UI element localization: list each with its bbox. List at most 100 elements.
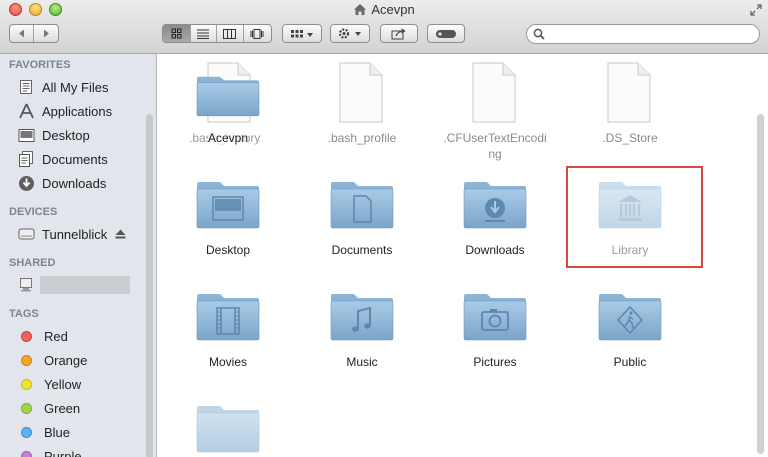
file-ds-store[interactable]: .DS_Store bbox=[565, 62, 695, 146]
document-icon bbox=[607, 62, 651, 123]
file-label: Downloads bbox=[465, 243, 525, 257]
blue-tag-dot bbox=[21, 426, 32, 438]
fullscreen-icon[interactable] bbox=[750, 4, 762, 16]
file-label-text: Acevpn bbox=[207, 131, 249, 145]
sidebar-item-downloads[interactable]: Downloads bbox=[17, 172, 106, 194]
back-arrow-icon bbox=[18, 29, 24, 38]
search-input[interactable] bbox=[549, 26, 753, 44]
file-label: .bash_profile bbox=[327, 131, 397, 145]
red-tag-dot bbox=[21, 330, 32, 342]
folder-movies[interactable]: Movies bbox=[163, 286, 293, 370]
forward-button[interactable] bbox=[34, 25, 58, 42]
tags-header: TAGS bbox=[9, 308, 39, 320]
share-icon bbox=[391, 28, 406, 39]
icon-view-button[interactable] bbox=[163, 25, 191, 42]
purple-tag-dot bbox=[21, 450, 32, 457]
action-button[interactable] bbox=[330, 24, 370, 43]
sidebar-item-documents[interactable]: Documents bbox=[17, 148, 108, 170]
back-button[interactable] bbox=[10, 25, 34, 42]
content-scrollbar[interactable] bbox=[757, 114, 764, 454]
folder-icon bbox=[196, 62, 260, 123]
column-view-button[interactable] bbox=[217, 25, 244, 42]
pictures-folder-icon bbox=[463, 293, 527, 341]
sidebar: FAVORITES All My Files Applications Desk… bbox=[0, 54, 157, 457]
file-label: Public bbox=[613, 355, 647, 369]
downloads-icon bbox=[17, 174, 35, 192]
orange-tag-dot bbox=[21, 354, 32, 366]
file-browser: .bash_historyAcevpn .bash_profile .CFUse… bbox=[157, 54, 768, 457]
sidebar-tag-purple[interactable]: Purple bbox=[17, 445, 82, 457]
sidebar-item-label: Red bbox=[44, 328, 68, 344]
sidebar-item-label: Tunnelblick bbox=[42, 226, 108, 242]
folder-pictures[interactable]: Pictures bbox=[430, 286, 560, 370]
file-bash-profile[interactable]: .bash_profile bbox=[297, 62, 427, 146]
sidebar-item-label: Documents bbox=[42, 151, 108, 167]
sidebar-item-shared-computer[interactable] bbox=[17, 274, 42, 296]
sidebar-item-label: Orange bbox=[44, 352, 88, 368]
list-view-button[interactable] bbox=[191, 25, 218, 42]
movies-folder-icon bbox=[196, 293, 260, 341]
home-icon bbox=[354, 4, 367, 15]
file-label: .bash_historyAcevpn bbox=[163, 130, 293, 146]
sidebar-item-tunnelblick[interactable]: Tunnelblick bbox=[17, 223, 126, 245]
folder-partial[interactable] bbox=[163, 398, 293, 457]
arrange-button[interactable] bbox=[282, 24, 322, 43]
music-folder-icon bbox=[330, 293, 394, 341]
desktop-icon bbox=[17, 126, 35, 144]
file-bash-history[interactable]: .bash_historyAcevpn bbox=[163, 62, 293, 146]
folder-documents[interactable]: Documents bbox=[297, 174, 427, 258]
coverflow-view-button[interactable] bbox=[244, 25, 271, 42]
green-tag-dot bbox=[21, 402, 32, 414]
sidebar-item-desktop[interactable]: Desktop bbox=[17, 124, 90, 146]
coverflow-view-icon bbox=[250, 28, 264, 39]
sidebar-item-label: Yellow bbox=[44, 376, 82, 392]
tags-button[interactable] bbox=[427, 24, 465, 43]
sidebar-item-all-my-files[interactable]: All My Files bbox=[17, 76, 108, 98]
sidebar-item-label: Desktop bbox=[42, 127, 90, 143]
file-label: Pictures bbox=[473, 355, 517, 369]
document-icon bbox=[339, 62, 383, 123]
sidebar-item-label: Applications bbox=[42, 103, 113, 119]
forward-arrow-icon bbox=[44, 29, 49, 38]
back-forward-control bbox=[9, 24, 59, 43]
file-label: .DS_Store bbox=[602, 131, 658, 145]
file-cfusertextencoding[interactable]: .CFUserTextEncoding bbox=[430, 62, 560, 162]
icon-view-icon bbox=[171, 28, 182, 39]
documents-icon bbox=[17, 150, 35, 168]
folder-public[interactable]: Public bbox=[565, 286, 695, 370]
list-view-icon bbox=[197, 29, 210, 39]
window-title-text: Acevpn bbox=[371, 2, 415, 17]
search-field[interactable] bbox=[526, 24, 760, 44]
library-highlight-box bbox=[566, 166, 703, 268]
public-folder-icon bbox=[598, 293, 662, 341]
toolbar: Acevpn bbox=[0, 0, 768, 54]
sidebar-tag-blue[interactable]: Blue bbox=[17, 421, 70, 443]
disk-icon bbox=[17, 225, 35, 243]
folder-desktop[interactable]: Desktop bbox=[163, 174, 293, 258]
favorites-header: FAVORITES bbox=[9, 59, 71, 71]
sidebar-scrollbar[interactable] bbox=[146, 114, 153, 457]
column-view-icon bbox=[223, 28, 237, 39]
sidebar-tag-red[interactable]: Red bbox=[17, 325, 68, 347]
file-label: Documents bbox=[331, 243, 393, 257]
sidebar-tag-yellow[interactable]: Yellow bbox=[17, 373, 81, 395]
sidebar-tag-orange[interactable]: Orange bbox=[17, 349, 87, 371]
shared-computer-name-redacted bbox=[40, 276, 130, 294]
devices-header: DEVICES bbox=[9, 206, 58, 218]
document-icon bbox=[472, 62, 516, 123]
tag-icon bbox=[436, 29, 456, 38]
computer-icon bbox=[17, 276, 35, 294]
view-mode-control bbox=[162, 24, 272, 43]
sidebar-tag-green[interactable]: Green bbox=[17, 397, 80, 419]
sidebar-item-label: Blue bbox=[44, 424, 71, 440]
sidebar-item-label: Purple bbox=[44, 448, 82, 457]
file-label: Desktop bbox=[205, 243, 251, 257]
share-button[interactable] bbox=[380, 24, 418, 43]
sidebar-item-label: Green bbox=[44, 400, 81, 416]
shared-header: SHARED bbox=[9, 257, 56, 269]
folder-music[interactable]: Music bbox=[297, 286, 427, 370]
folder-downloads[interactable]: Downloads bbox=[430, 174, 560, 258]
sidebar-item-applications[interactable]: Applications bbox=[17, 100, 112, 122]
file-label: Music bbox=[346, 355, 378, 369]
eject-icon[interactable] bbox=[115, 229, 126, 239]
